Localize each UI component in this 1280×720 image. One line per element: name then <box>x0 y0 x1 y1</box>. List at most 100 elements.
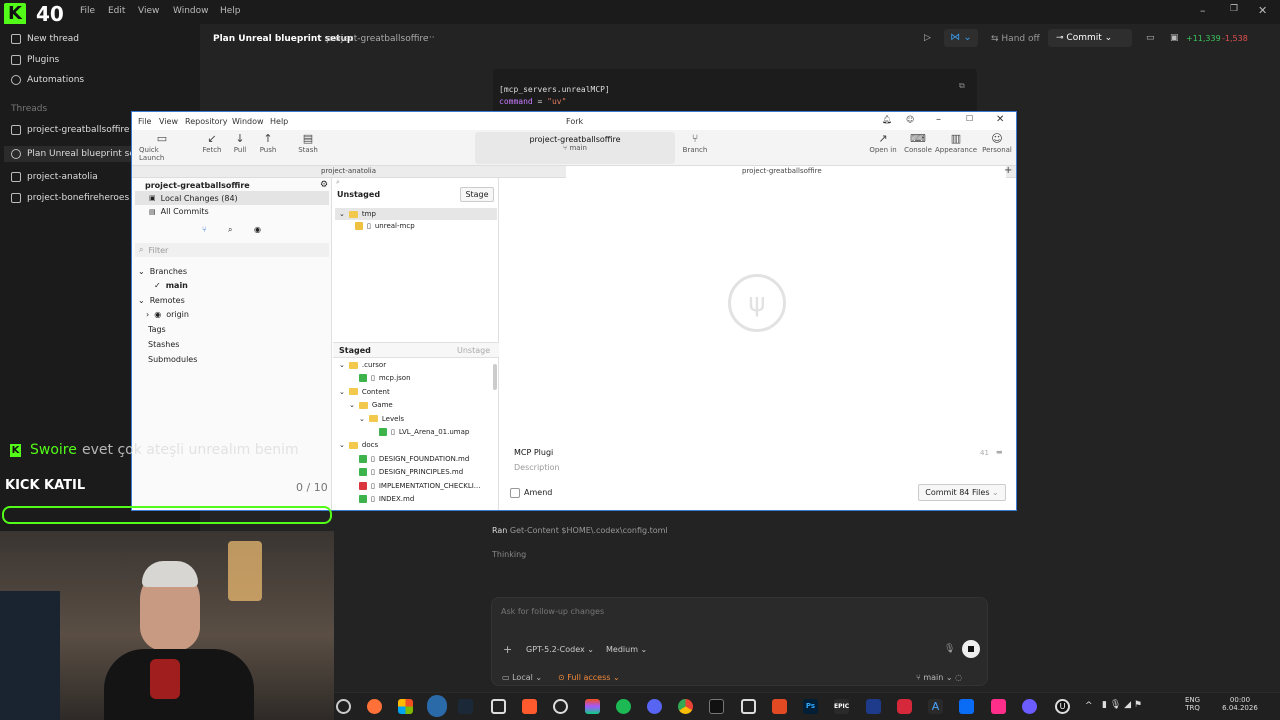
all-commits-item[interactable]: ▤ All Commits <box>149 207 209 216</box>
tab-greatballsoffire[interactable]: project-greatballsoffire <box>742 167 822 175</box>
amend-checkbox[interactable] <box>510 488 520 498</box>
record-app-icon[interactable] <box>897 699 912 714</box>
staged-file[interactable]: ▯ DESIGN_FOUNDATION.md <box>359 454 469 463</box>
fork-menu-window[interactable]: Window <box>232 117 264 126</box>
close-icon[interactable]: ✕ <box>1258 4 1267 17</box>
spotify-icon[interactable] <box>616 699 631 714</box>
automations-button[interactable]: Automations <box>11 75 84 85</box>
staged-folder[interactable]: ⌄ Levels <box>359 415 404 423</box>
tags-section[interactable]: Tags <box>148 325 166 334</box>
plugins-button[interactable]: Plugins <box>11 55 59 65</box>
hand-off-button[interactable]: ⇆ Hand off <box>991 34 1040 44</box>
fork-minimize-icon[interactable]: – <box>936 114 941 125</box>
panel-icon[interactable]: ▭ <box>1146 33 1155 43</box>
scrollbar[interactable] <box>493 364 497 390</box>
chatgpt-icon[interactable] <box>553 699 568 714</box>
branches-section[interactable]: ⌄ Branches <box>138 267 187 276</box>
firefox-icon[interactable] <box>367 699 382 714</box>
discord-icon[interactable] <box>647 699 662 714</box>
fork-menu-help[interactable]: Help <box>270 117 288 126</box>
sidebar-thread-bonefireheroes[interactable]: project-bonefireheroes <box>11 193 129 203</box>
more-icon[interactable]: ··· <box>426 33 435 43</box>
branches-view-icon[interactable]: ⑂ <box>202 225 207 234</box>
settings-icon[interactable]: ⚙ <box>320 180 328 190</box>
staged-file[interactable]: ▯ mcp.json <box>359 374 411 383</box>
add-icon[interactable]: + <box>503 643 512 656</box>
staged-file[interactable]: ▯ LVL_Arena_01.umap <box>379 428 469 436</box>
sidebar-thread-anatolia[interactable]: project-anatolia <box>11 172 98 182</box>
app-grid-icon[interactable] <box>398 699 413 714</box>
chrome-icon[interactable] <box>678 699 693 714</box>
menu-help[interactable]: Help <box>220 6 241 16</box>
fork-menu-view[interactable]: View <box>159 117 178 126</box>
clock-app-icon[interactable] <box>336 699 351 714</box>
fork-close-icon[interactable]: ✕ <box>996 114 1004 125</box>
tray-icons[interactable]: ▮ 🎙︎ ◢ ⚑ <box>1102 700 1142 710</box>
local-select[interactable]: ▭ Local ⌄ <box>502 673 542 682</box>
menu-window[interactable]: Window <box>173 6 209 16</box>
repo-selector[interactable]: project-greatballsoffire ⑂ main <box>475 132 675 164</box>
stop-button[interactable] <box>962 640 980 658</box>
composer-input[interactable]: Ask for follow-up changes <box>501 607 604 616</box>
notepad-icon[interactable] <box>741 699 756 714</box>
personal-button[interactable]: ☺ Personal <box>974 132 1020 154</box>
unstaged-file-unreal-mcp[interactable]: ▯ unreal-mcp <box>355 222 415 230</box>
branch-button[interactable]: ⑂ Branch <box>672 132 718 154</box>
unreal-engine-icon[interactable]: U <box>1055 699 1070 714</box>
menu-view[interactable]: View <box>138 6 159 16</box>
submodules-section[interactable]: Submodules <box>148 355 197 364</box>
quick-launch-button[interactable]: ▭ Quick Launch <box>139 132 185 162</box>
terminal-icon[interactable] <box>709 699 724 714</box>
branch-select[interactable]: ⑂ main ⌄ ◌ <box>916 673 962 682</box>
smiley-icon[interactable]: ☺ <box>906 115 914 124</box>
cube-icon[interactable] <box>491 699 506 714</box>
stash-button[interactable]: ▤ Stash <box>285 132 331 154</box>
language-indicator[interactable]: ENG TRQ <box>1185 696 1200 712</box>
menu-edit[interactable]: Edit <box>108 6 125 16</box>
local-changes-item[interactable]: ▣ Local Changes (84) <box>135 191 329 205</box>
diff-icon[interactable]: ▣ <box>1170 33 1179 43</box>
commit-button[interactable]: ⊸ Commit ⌄ <box>1048 29 1132 47</box>
minimize-icon[interactable]: – <box>1200 4 1206 17</box>
fork-maximize-icon[interactable]: ☐ <box>966 114 973 123</box>
commit-description-input[interactable]: Description <box>514 463 560 472</box>
new-thread-button[interactable]: New thread <box>11 34 79 44</box>
search-icon[interactable]: ⌕ <box>228 225 232 235</box>
sidebar-thread-greatballsoffire[interactable]: project-greatballsoffire <box>11 125 129 135</box>
message-icon[interactable]: ▬ <box>996 448 1003 456</box>
access-select[interactable]: ⊙ Full access ⌄ <box>558 673 620 682</box>
network-app-icon[interactable] <box>959 699 974 714</box>
staged-folder[interactable]: ⌄ Content <box>339 388 390 396</box>
arrow-app-icon[interactable] <box>866 699 881 714</box>
branch-main[interactable]: ✓ main <box>154 281 188 290</box>
pink-app-icon[interactable] <box>991 699 1006 714</box>
bot-app-icon[interactable] <box>1022 699 1037 714</box>
staged-folder[interactable]: ⌄ .cursor <box>339 361 386 369</box>
tray-chevron-icon[interactable]: ^ <box>1085 701 1093 711</box>
staged-folder[interactable]: ⌄ Game <box>349 401 393 409</box>
menu-file[interactable]: File <box>80 6 95 16</box>
copy-icon[interactable]: ⧉ <box>959 81 965 91</box>
fork-menu-file[interactable]: File <box>138 117 151 126</box>
staged-folder[interactable]: ⌄ docs <box>339 441 378 449</box>
bell-icon[interactable]: 🔔︎ <box>882 115 892 124</box>
epic-games-icon[interactable]: EPIC <box>834 699 849 714</box>
stashes-section[interactable]: Stashes <box>148 340 179 349</box>
tab-anatolia[interactable]: project-anatolia <box>321 167 376 175</box>
filter-input[interactable]: ⌕ Filter <box>135 243 329 257</box>
asterisk-app-icon[interactable] <box>522 699 537 714</box>
commit-files-button[interactable]: Commit 84 Files ⌄ <box>918 484 1006 501</box>
github-icon[interactable]: ◉ <box>254 225 261 234</box>
remote-origin[interactable]: › ◉ origin <box>146 310 189 319</box>
active-app-icon[interactable] <box>427 695 447 717</box>
restore-icon[interactable]: ❐ <box>1230 4 1238 14</box>
mic-icon[interactable]: 🎙︎ <box>944 644 955 654</box>
steam-icon[interactable] <box>458 699 473 714</box>
remotes-section[interactable]: ⌄ Remotes <box>138 296 185 305</box>
clock[interactable]: 00:00 6.04.2026 <box>1218 696 1262 712</box>
app-icon[interactable] <box>772 699 787 714</box>
figma-icon[interactable] <box>585 699 600 714</box>
unstaged-folder-tmp[interactable]: ⌄ tmp <box>335 208 497 220</box>
changes-search-icon[interactable]: ⌕ <box>336 178 496 186</box>
commit-subject-input[interactable]: MCP Plugi <box>514 448 553 457</box>
